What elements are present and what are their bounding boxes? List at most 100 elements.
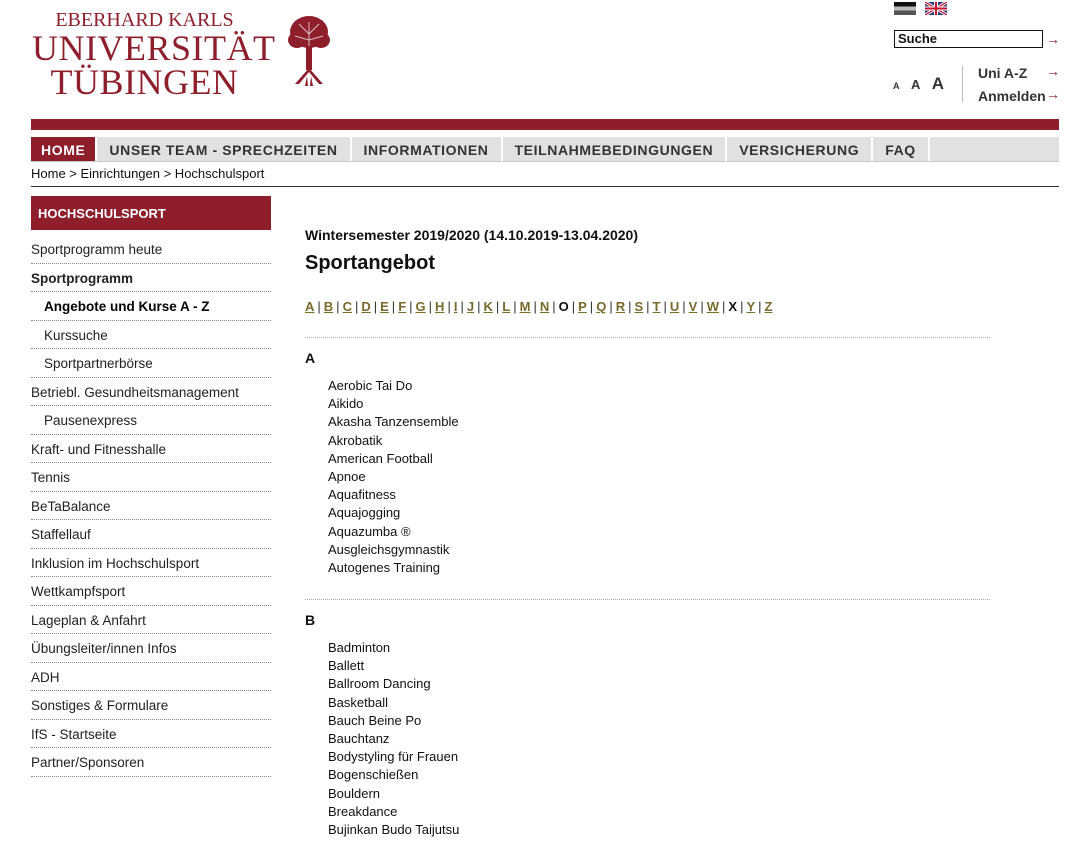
alphabet-separator: |	[589, 299, 594, 314]
alphabet-letter-t[interactable]: T	[653, 299, 661, 314]
search-input[interactable]: Suche	[894, 30, 1043, 48]
alphabet-letter-v[interactable]: V	[689, 299, 698, 314]
university-logo-text[interactable]: EBERHARD KARLS UNIVERSITÄT TÜBINGEN	[32, 10, 275, 102]
sidebar-item-sportprogramm[interactable]: Sportprogramm	[31, 264, 271, 292]
nav-team-office-hours[interactable]: UNSER TEAM - SPRECHZEITEN	[97, 137, 352, 161]
alphabet-letter-a[interactable]: A	[305, 299, 314, 314]
alphabet-separator: |	[513, 299, 517, 314]
course-link[interactable]: Ausgleichsgymnastik	[328, 541, 459, 559]
alphabet-letter-u[interactable]: U	[670, 299, 679, 314]
sidebar-heading[interactable]: HOCHSCHULSPORT	[31, 196, 271, 230]
alphabet-separator: |	[722, 299, 726, 314]
font-size-large-button[interactable]: A	[932, 74, 944, 94]
course-link[interactable]: Bauchtanz	[328, 730, 459, 748]
sidebar-item-uebungsleiter[interactable]: Übungsleiter/innen Infos	[31, 634, 271, 663]
uni-az-link[interactable]: Uni A-Z	[978, 65, 1027, 81]
course-link[interactable]: Bouldern	[328, 785, 459, 803]
sidebar-item-adh[interactable]: ADH	[31, 663, 271, 691]
login-arrow-icon[interactable]: →	[1046, 87, 1060, 101]
alphabet-separator: |	[646, 299, 650, 314]
sidebar-item-formulare[interactable]: Sonstiges & Formulare	[31, 691, 271, 720]
breadcrumb[interactable]: Home > Einrichtungen > Hochschulsport	[31, 166, 264, 181]
alphabet-separator: |	[552, 299, 556, 314]
sidebar-item-lageplan[interactable]: Lageplan & Anfahrt	[31, 606, 271, 634]
alphabet-letter-d[interactable]: D	[361, 299, 370, 314]
course-link[interactable]: Aerobic Tai Do	[328, 377, 459, 395]
sidebar-item-pausenexpress[interactable]: Pausenexpress	[31, 406, 271, 435]
nav-home[interactable]: HOME	[31, 137, 98, 161]
alphabet-letter-w[interactable]: W	[707, 299, 719, 314]
sidebar-item-inklusion[interactable]: Inklusion im Hochschulsport	[31, 549, 271, 577]
nav-faq[interactable]: FAQ	[873, 137, 930, 161]
alphabet-letter-h[interactable]: H	[435, 299, 444, 314]
alphabet-separator: |	[354, 299, 359, 314]
tree-logo-icon[interactable]	[287, 14, 331, 86]
alphabet-letter-b[interactable]: B	[324, 299, 333, 314]
alphabet-letter-g[interactable]: G	[416, 299, 426, 314]
course-link[interactable]: Bogenschießen	[328, 766, 459, 784]
sidebar-item-angebote-a-z[interactable]: Angebote und Kurse A - Z	[31, 292, 271, 321]
alphabet-letter-s[interactable]: S	[634, 299, 643, 314]
course-link[interactable]: Ballroom Dancing	[328, 675, 459, 693]
course-link[interactable]: Ballett	[328, 657, 459, 675]
sidebar-item-sportprogramm-heute[interactable]: Sportprogramm heute	[31, 235, 271, 264]
sidebar-item-partner-sponsoren[interactable]: Partner/Sponsoren	[31, 748, 271, 777]
sidebar-item-staffellauf[interactable]: Staffellauf	[31, 520, 271, 549]
course-link[interactable]: Aquafitness	[328, 486, 459, 504]
course-link[interactable]: American Football	[328, 450, 459, 468]
sidebar-item-tennis[interactable]: Tennis	[31, 463, 271, 492]
alphabet-letter-q[interactable]: Q	[596, 299, 606, 314]
course-link[interactable]: Akasha Tanzensemble	[328, 413, 459, 431]
alphabet-letter-j[interactable]: J	[467, 299, 474, 314]
alphabet-letter-r[interactable]: R	[616, 299, 625, 314]
course-link[interactable]: Bauch Beine Po	[328, 712, 459, 730]
course-link[interactable]: Bujinkan Budo Taijutsu	[328, 821, 459, 839]
page-title: Sportangebot	[305, 252, 435, 274]
alphabet-letter-m[interactable]: M	[520, 299, 531, 314]
course-link[interactable]: Aquazumba ®	[328, 523, 459, 541]
section-divider	[305, 337, 990, 338]
alphabet-separator: |	[758, 299, 762, 314]
sidebar-item-sportpartnerboerse[interactable]: Sportpartnerbörse	[31, 349, 271, 378]
alphabet-separator: |	[447, 299, 451, 314]
alphabet-letter-y[interactable]: Y	[746, 299, 755, 314]
sidebar-item-ifs-startseite[interactable]: IfS - Startseite	[31, 720, 271, 748]
course-link[interactable]: Badminton	[328, 639, 459, 657]
sidebar-item-kurssuche[interactable]: Kurssuche	[31, 321, 271, 349]
course-link[interactable]: Basketball	[328, 694, 459, 712]
login-link[interactable]: Anmelden	[978, 88, 1046, 104]
sidebar-item-wettkampfsport[interactable]: Wettkampfsport	[31, 577, 271, 606]
course-link[interactable]: Akrobatik	[328, 432, 459, 450]
course-link[interactable]: Breakdance	[328, 803, 459, 821]
nav-participation-terms[interactable]: TEILNAHMEBEDINGUNGEN	[503, 137, 728, 161]
alphabet-letter-i[interactable]: I	[454, 299, 458, 314]
nav-information[interactable]: INFORMATIONEN	[352, 137, 503, 161]
course-link[interactable]: Aikido	[328, 395, 459, 413]
alphabet-letter-c[interactable]: C	[343, 299, 352, 314]
alphabet-separator: |	[571, 299, 576, 314]
header-divider	[962, 66, 963, 102]
sidebar-item-betabalance[interactable]: BeTaBalance	[31, 492, 271, 520]
sidebar-item-fitnesshalle[interactable]: Kraft- und Fitnesshalle	[31, 435, 271, 463]
sidebar-item-gesundheitsmanagement[interactable]: Betriebl. Gesundheitsmanagement	[31, 378, 271, 406]
section-divider	[305, 599, 990, 600]
alphabet-letter-z[interactable]: Z	[765, 299, 773, 314]
alphabet-letter-p[interactable]: P	[578, 299, 587, 314]
alphabet-letter-n[interactable]: N	[540, 299, 549, 314]
english-flag-icon[interactable]	[925, 2, 947, 15]
course-link[interactable]: Apnoe	[328, 468, 459, 486]
uni-az-arrow-icon[interactable]: →	[1046, 64, 1060, 78]
nav-insurance[interactable]: VERSICHERUNG	[727, 137, 874, 161]
font-size-medium-button[interactable]: A	[911, 77, 920, 92]
course-link[interactable]: Autogenes Training	[328, 559, 459, 577]
german-flag-icon[interactable]	[894, 2, 916, 15]
alphabet-letter-f[interactable]: F	[398, 299, 406, 314]
font-size-small-button[interactable]: A	[893, 81, 900, 91]
course-link[interactable]: Bodystyling für Frauen	[328, 748, 459, 766]
alphabet-letter-l[interactable]: L	[502, 299, 510, 314]
course-link[interactable]: Aquajogging	[328, 504, 459, 522]
search-submit-arrow-icon[interactable]: →	[1046, 32, 1060, 46]
alphabet-letter-k[interactable]: K	[483, 299, 492, 314]
logo-line-3: TÜBINGEN	[50, 62, 239, 102]
alphabet-letter-e[interactable]: E	[380, 299, 389, 314]
